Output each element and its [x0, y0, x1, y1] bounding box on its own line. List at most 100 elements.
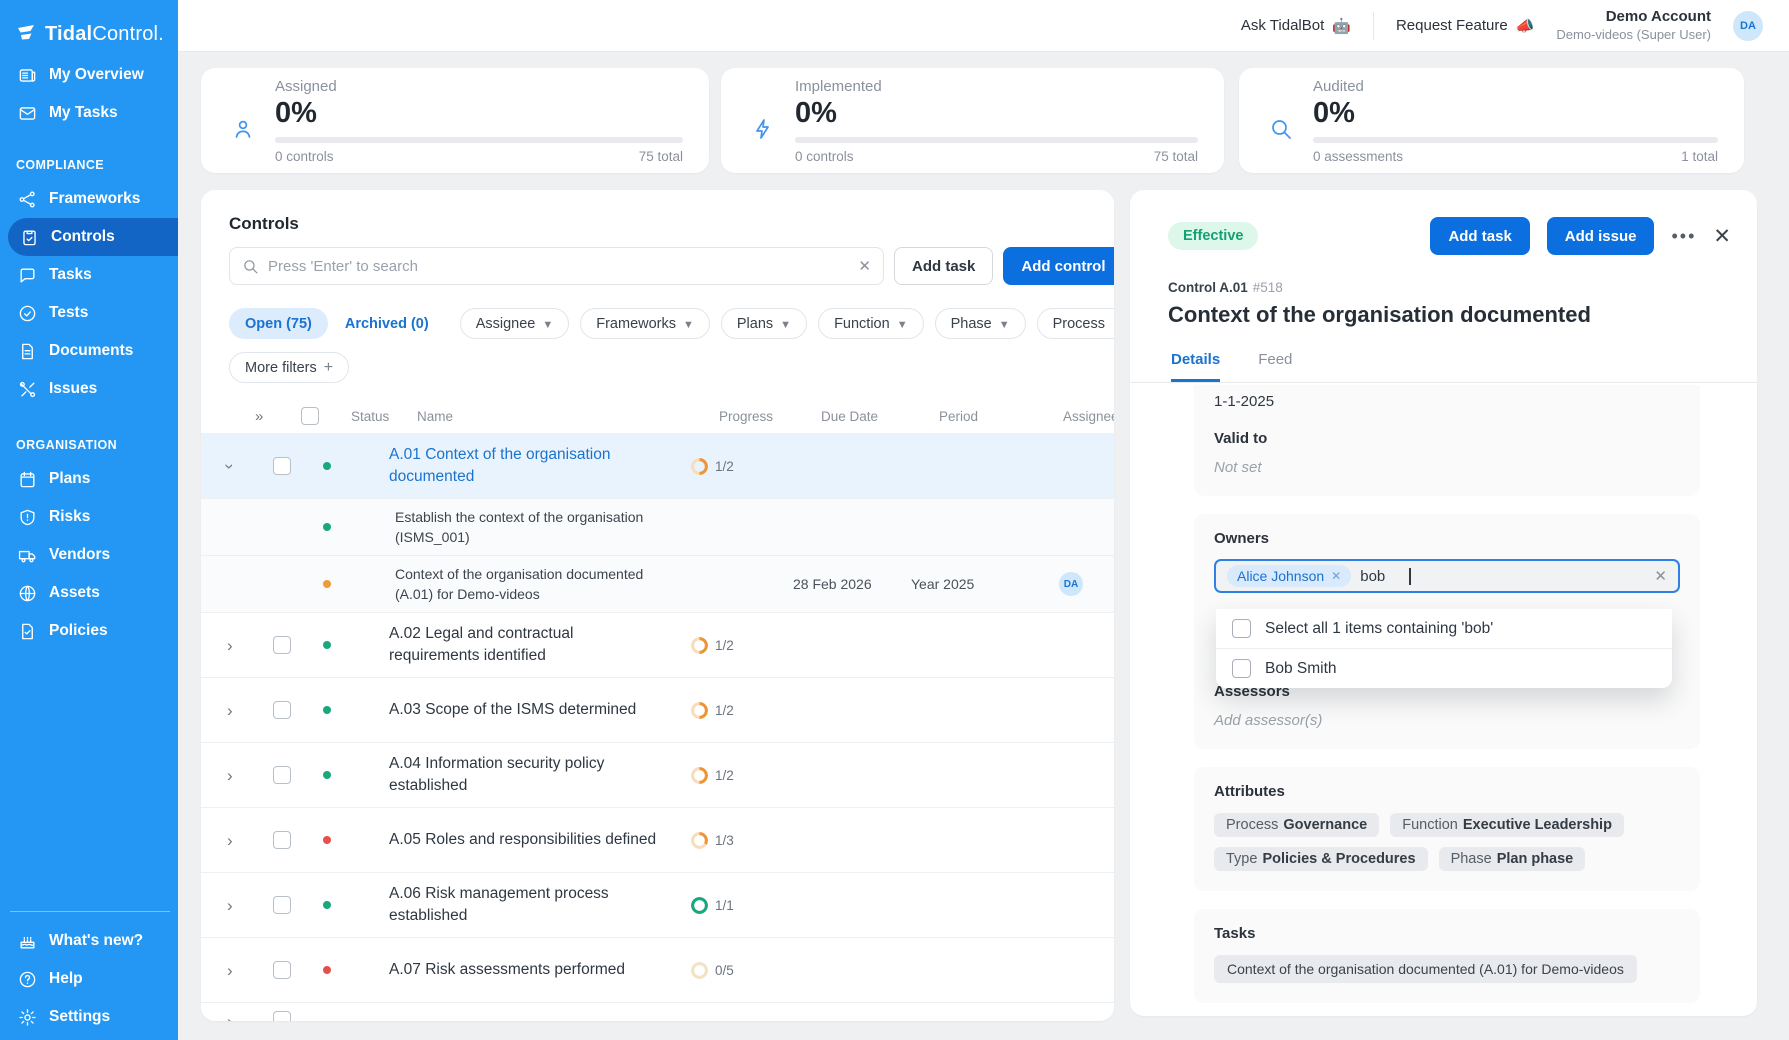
search-input[interactable]: [268, 258, 849, 275]
dropdown-option-bob-smith[interactable]: Bob Smith: [1216, 649, 1672, 688]
dropdown-select-all[interactable]: Select all 1 items containing 'bob': [1216, 609, 1672, 648]
control-link[interactable]: A.01 Context of the organisation documen…: [389, 444, 691, 489]
expand-row-icon[interactable]: ›: [227, 637, 273, 654]
sidebar-item-assets[interactable]: Assets: [0, 574, 178, 612]
sidebar-item-risks[interactable]: Risks: [0, 498, 178, 536]
clear-search-icon[interactable]: ✕: [858, 257, 871, 275]
sidebar-item-whats-new[interactable]: What's new?: [0, 922, 178, 960]
sidebar-item-label: What's new?: [49, 932, 143, 950]
table-row[interactable]: ›: [201, 1002, 1114, 1021]
filter-process[interactable]: Process▼: [1037, 308, 1114, 339]
owner-search-input[interactable]: [1360, 568, 1406, 585]
owners-input[interactable]: Alice Johnson✕ ✕: [1214, 559, 1680, 593]
sidebar-item-tests[interactable]: Tests: [0, 294, 178, 332]
row-checkbox[interactable]: [273, 766, 291, 784]
table-row[interactable]: › A.01 Context of the organisation docum…: [201, 433, 1114, 498]
table-row[interactable]: › A.02 Legal and contractual requirement…: [201, 612, 1114, 677]
control-name[interactable]: A.02 Legal and contractual requirements …: [389, 623, 691, 668]
more-filters-button[interactable]: More filters+: [229, 352, 349, 383]
table-row[interactable]: › A.05 Roles and responsibilities define…: [201, 807, 1114, 872]
filter-function[interactable]: Function▼: [818, 308, 924, 339]
detail-add-task-button[interactable]: Add task: [1430, 217, 1529, 255]
logo-icon: [14, 22, 38, 46]
filter-frameworks[interactable]: Frameworks▼: [580, 308, 710, 339]
tab-open[interactable]: Open (75): [229, 308, 328, 339]
control-name[interactable]: A.05 Roles and responsibilities defined: [389, 829, 691, 851]
sidebar-item-vendors[interactable]: Vendors: [0, 536, 178, 574]
collapse-row-icon[interactable]: ›: [227, 458, 273, 475]
expand-row-icon[interactable]: ›: [227, 767, 273, 784]
assignee-avatar[interactable]: DA: [1059, 572, 1083, 596]
request-feature-button[interactable]: Request Feature 📣: [1396, 17, 1534, 35]
assessors-placeholder[interactable]: Add assessor(s): [1214, 712, 1680, 729]
stat-label: Assigned: [275, 78, 683, 95]
sidebar-item-policies[interactable]: Policies: [0, 612, 178, 650]
more-options-icon[interactable]: •••: [1671, 226, 1696, 247]
row-checkbox[interactable]: [273, 896, 291, 914]
select-all-checkbox[interactable]: [1232, 619, 1251, 638]
add-control-button[interactable]: Add control: [1003, 247, 1114, 285]
option-checkbox[interactable]: [1232, 659, 1251, 678]
sidebar-item-plans[interactable]: Plans: [0, 460, 178, 498]
add-task-button[interactable]: Add task: [894, 247, 993, 285]
subrow-name[interactable]: Establish the context of the organisatio…: [389, 507, 691, 548]
controls-search[interactable]: ✕: [229, 247, 884, 285]
row-checkbox[interactable]: [273, 1011, 291, 1021]
row-checkbox[interactable]: [273, 636, 291, 654]
globe-icon: [18, 584, 37, 603]
row-checkbox[interactable]: [273, 457, 291, 475]
control-name[interactable]: A.07 Risk assessments performed: [389, 959, 691, 981]
expand-row-icon[interactable]: ›: [227, 832, 273, 849]
ask-tidalbot-button[interactable]: Ask TidalBot 🤖: [1241, 17, 1351, 35]
check-circle-icon: [18, 304, 37, 323]
owner-chip[interactable]: Alice Johnson✕: [1227, 565, 1351, 587]
sidebar-item-tasks[interactable]: Tasks: [0, 256, 178, 294]
sidebar-item-my-tasks[interactable]: My Tasks: [0, 94, 178, 132]
row-checkbox[interactable]: [273, 831, 291, 849]
progress-bar: [1313, 137, 1718, 143]
sidebar-item-label: Documents: [49, 342, 133, 360]
clear-owners-icon[interactable]: ✕: [1654, 567, 1667, 585]
table-row[interactable]: › A.04 Information security policy estab…: [201, 742, 1114, 807]
ask-tidalbot-label: Ask TidalBot: [1241, 17, 1324, 34]
expand-row-icon[interactable]: ›: [227, 897, 273, 914]
sidebar-item-settings[interactable]: Settings: [0, 998, 178, 1036]
sidebar-item-documents[interactable]: Documents: [0, 332, 178, 370]
sidebar-item-issues[interactable]: Issues: [0, 370, 178, 408]
sidebar-item-controls[interactable]: Controls: [8, 218, 178, 256]
table-row[interactable]: › A.07 Risk assessments performed 0/5: [201, 937, 1114, 1002]
subrow-name[interactable]: Context of the organisation documented (…: [389, 564, 691, 605]
truck-icon: [18, 546, 37, 565]
account-info[interactable]: Demo Account Demo-videos (Super User): [1556, 8, 1711, 43]
sidebar-item-help[interactable]: Help: [0, 960, 178, 998]
table-row[interactable]: › A.03 Scope of the ISMS determined 1/2: [201, 677, 1114, 742]
table-row[interactable]: › A.06 Risk management process establish…: [201, 872, 1114, 937]
expand-row-icon[interactable]: ›: [227, 962, 273, 979]
tab-details[interactable]: Details: [1171, 351, 1220, 382]
control-name[interactable]: A.03 Scope of the ISMS determined: [389, 699, 691, 721]
tab-archived[interactable]: Archived (0): [339, 308, 435, 339]
task-pill[interactable]: Context of the organisation documented (…: [1214, 955, 1637, 983]
sidebar-item-frameworks[interactable]: Frameworks: [0, 180, 178, 218]
row-checkbox[interactable]: [273, 701, 291, 719]
valid-to-value[interactable]: Not set: [1214, 459, 1680, 476]
expand-row-icon[interactable]: ›: [227, 1013, 273, 1021]
collapse-all-icon[interactable]: »: [255, 408, 301, 425]
control-name[interactable]: A.04 Information security policy establi…: [389, 753, 691, 798]
filter-plans[interactable]: Plans▼: [721, 308, 807, 339]
table-subrow[interactable]: Context of the organisation documented (…: [201, 555, 1114, 612]
expand-row-icon[interactable]: ›: [227, 702, 273, 719]
row-checkbox[interactable]: [273, 961, 291, 979]
sidebar-item-label: Vendors: [49, 546, 110, 564]
select-all-checkbox[interactable]: [301, 407, 319, 425]
table-subrow[interactable]: Establish the context of the organisatio…: [201, 498, 1114, 555]
close-icon[interactable]: ✕: [1713, 224, 1731, 249]
sidebar-item-my-overview[interactable]: My Overview: [0, 56, 178, 94]
detail-add-issue-button[interactable]: Add issue: [1547, 217, 1655, 255]
tab-feed[interactable]: Feed: [1258, 351, 1292, 382]
filter-phase[interactable]: Phase▼: [935, 308, 1026, 339]
remove-owner-icon[interactable]: ✕: [1331, 569, 1341, 583]
account-avatar[interactable]: DA: [1733, 11, 1763, 41]
control-name[interactable]: A.06 Risk management process established: [389, 883, 691, 928]
filter-assignee[interactable]: Assignee▼: [460, 308, 570, 339]
